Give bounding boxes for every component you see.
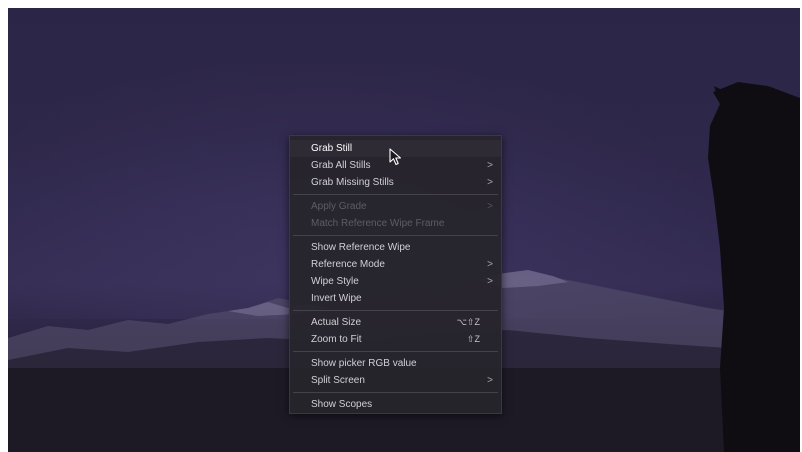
- chevron-right-icon: >: [487, 201, 493, 212]
- chevron-right-icon: >: [487, 160, 493, 171]
- menu-item-label: Split Screen: [311, 375, 365, 386]
- menu-item-reference-mode[interactable]: Reference Mode >: [290, 256, 501, 273]
- menu-item-label: Grab Still: [311, 143, 353, 154]
- menu-item-label: Show Reference Wipe: [311, 242, 411, 253]
- menu-item-show-scopes[interactable]: Show Scopes: [290, 396, 501, 413]
- menu-item-zoom-to-fit[interactable]: Zoom to Fit ⇧Z: [290, 331, 501, 348]
- menu-item-show-picker-rgb-value[interactable]: Show picker RGB value: [290, 355, 501, 372]
- context-menu: Grab Still Grab All Stills > Grab Missin…: [289, 135, 502, 414]
- chevron-right-icon: >: [487, 259, 493, 270]
- menu-item-label: Actual Size: [311, 317, 362, 328]
- menu-item-grab-missing-stills[interactable]: Grab Missing Stills >: [290, 174, 501, 191]
- menu-item-label: Show picker RGB value: [311, 358, 417, 369]
- menu-item-label: Grab All Stills: [311, 160, 371, 171]
- shortcut-label: ⌥⇧Z: [456, 317, 480, 327]
- menu-item-apply-grade: Apply Grade >: [290, 198, 501, 215]
- menu-separator: [293, 351, 498, 352]
- menu-item-invert-wipe[interactable]: Invert Wipe: [290, 290, 501, 307]
- menu-separator: [293, 194, 498, 195]
- menu-separator: [293, 310, 498, 311]
- menu-item-label: Reference Mode: [311, 259, 385, 270]
- chevron-right-icon: >: [487, 375, 493, 386]
- shortcut-label: ⇧Z: [466, 334, 480, 344]
- menu-item-label: Invert Wipe: [311, 293, 362, 304]
- chevron-right-icon: >: [487, 276, 493, 287]
- menu-item-actual-size[interactable]: Actual Size ⌥⇧Z: [290, 314, 501, 331]
- menu-separator: [293, 235, 498, 236]
- menu-item-show-reference-wipe[interactable]: Show Reference Wipe: [290, 239, 501, 256]
- menu-item-label: Match Reference Wipe Frame: [311, 218, 445, 229]
- menu-item-label: Zoom to Fit: [311, 334, 362, 345]
- menu-item-split-screen[interactable]: Split Screen >: [290, 372, 501, 389]
- menu-separator: [293, 392, 498, 393]
- menu-item-label: Apply Grade: [311, 201, 367, 212]
- menu-item-match-reference-wipe-frame: Match Reference Wipe Frame: [290, 215, 501, 232]
- menu-item-label: Grab Missing Stills: [311, 177, 394, 188]
- menu-item-label: Wipe Style: [311, 276, 359, 287]
- menu-item-label: Show Scopes: [311, 399, 373, 410]
- arrow-pointer-icon: [389, 148, 402, 166]
- menu-item-wipe-style[interactable]: Wipe Style >: [290, 273, 501, 290]
- horse-silhouette: [708, 82, 800, 452]
- chevron-right-icon: >: [487, 177, 493, 188]
